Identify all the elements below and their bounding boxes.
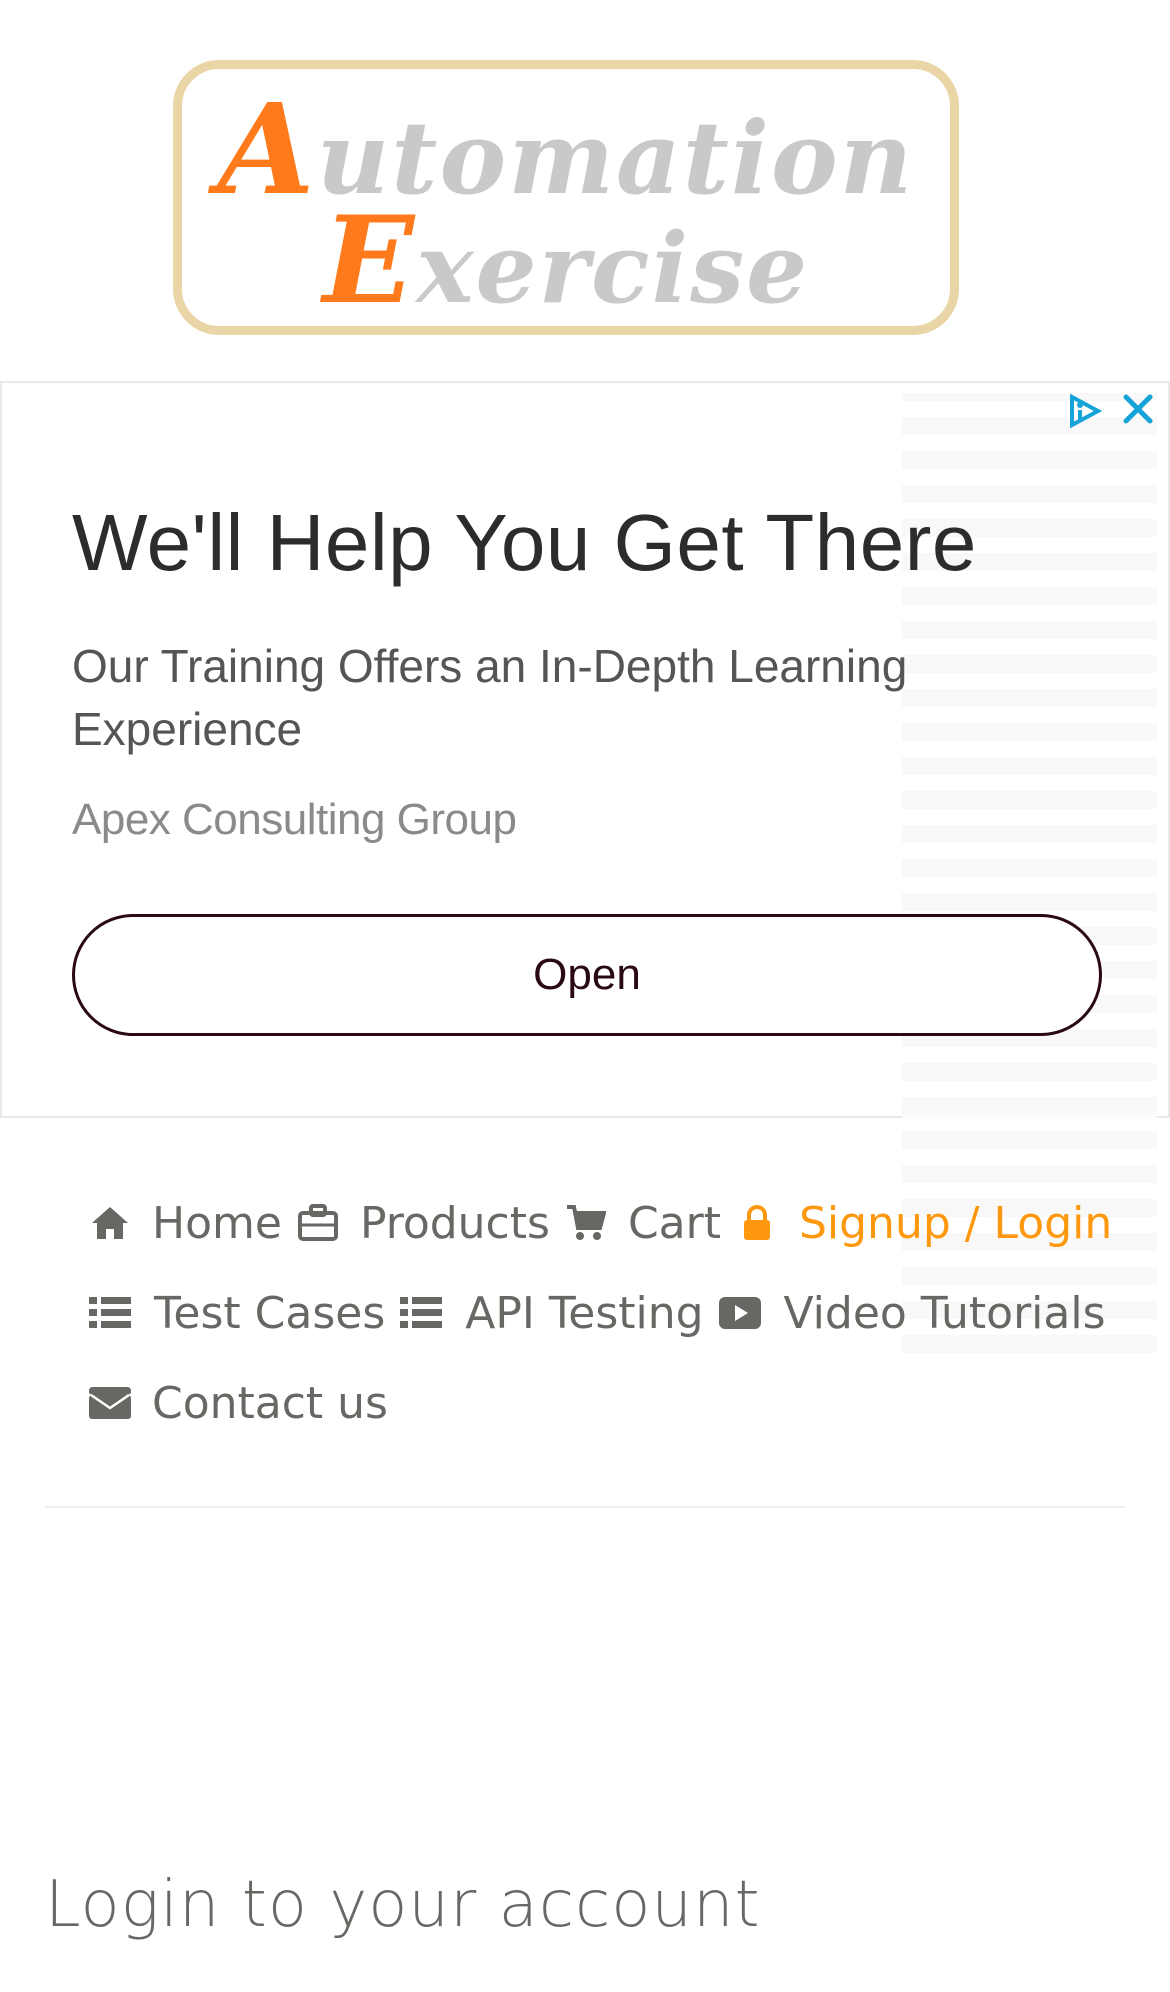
site-logo[interactable]: Automation Exercise xyxy=(173,60,959,335)
nav-item-label: Video Tutorials xyxy=(783,1287,1106,1339)
nav-item-test-cases[interactable]: Test Cases xyxy=(88,1288,385,1339)
nav-item-label: Contact us xyxy=(152,1377,388,1429)
envelope-icon xyxy=(88,1381,132,1425)
lock-icon xyxy=(735,1201,779,1245)
ad-headline[interactable]: We'll Help You Get There xyxy=(72,495,977,591)
nav-item-label: Test Cases xyxy=(154,1287,386,1339)
nav-item-signup-login[interactable]: Signup / Login xyxy=(735,1198,1112,1249)
nav-item-label: Home xyxy=(152,1197,282,1249)
ad-icons xyxy=(1064,391,1158,431)
logo-line-2: Exercise xyxy=(182,201,950,329)
youtube-play-icon xyxy=(718,1291,762,1335)
advertisement[interactable]: We'll Help You Get There Our Training Of… xyxy=(0,381,1170,1353)
home-icon xyxy=(88,1201,132,1245)
nav-item-products[interactable]: Products xyxy=(296,1198,550,1249)
login-form-title: Login to your account xyxy=(45,1868,761,1942)
header-divider xyxy=(45,1506,1125,1508)
nav-item-label: Signup / Login xyxy=(798,1197,1113,1249)
ad-advertiser[interactable]: Apex Consulting Group xyxy=(72,792,517,848)
nav-row: Home Products Cart Signup / Login xyxy=(88,1178,1112,1268)
list-icon xyxy=(88,1291,132,1335)
nav-item-contact-us[interactable]: Contact us xyxy=(88,1378,388,1429)
nav-item-label: Cart xyxy=(627,1197,721,1249)
close-icon[interactable] xyxy=(1118,391,1158,431)
nav-item-video-tutorials[interactable]: Video Tutorials xyxy=(718,1288,1106,1339)
nav-item-cart[interactable]: Cart xyxy=(564,1198,721,1249)
cart-icon xyxy=(564,1201,608,1245)
list-icon xyxy=(399,1291,443,1335)
nav-item-label: Products xyxy=(359,1197,550,1249)
ad-open-button[interactable]: Open xyxy=(72,914,1102,1036)
logo-line-2-cap: E xyxy=(322,190,417,331)
ad-subline[interactable]: Our Training Offers an In-Depth Learning… xyxy=(72,635,1052,761)
nav-item-api-testing[interactable]: API Testing xyxy=(399,1287,704,1339)
logo-line-2-rest: xercise xyxy=(416,212,810,325)
nav-row: Test Cases API Testing Video Tutorials xyxy=(88,1268,1106,1358)
ad-choices-icon[interactable] xyxy=(1064,391,1104,431)
nav-item-label: API Testing xyxy=(465,1287,704,1339)
nav-item-home[interactable]: Home xyxy=(88,1198,282,1249)
products-icon xyxy=(296,1201,340,1245)
nav-row: Contact us xyxy=(88,1358,1088,1448)
main-nav: Home Products Cart Signup / Login Test C… xyxy=(88,1178,1112,1448)
